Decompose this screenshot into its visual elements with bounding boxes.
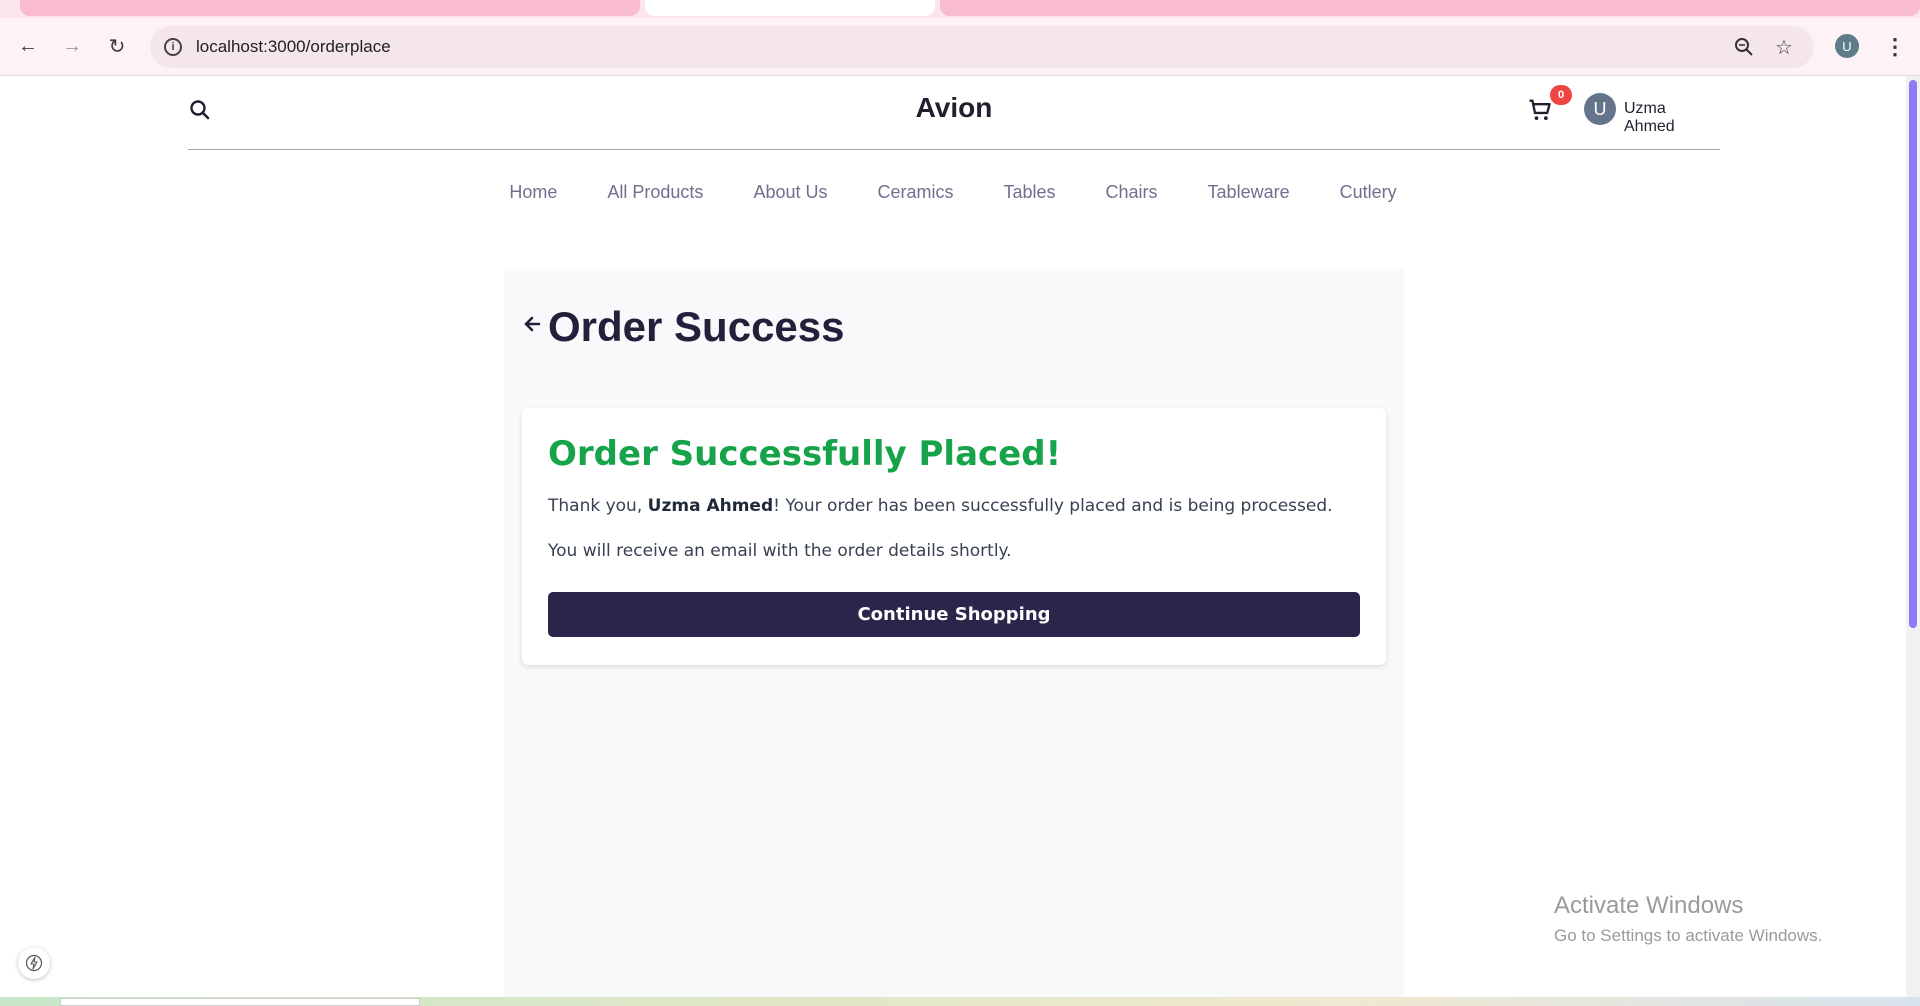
nav-tableware[interactable]: Tableware xyxy=(1208,182,1290,203)
browser-tab[interactable] xyxy=(20,0,640,16)
reload-icon[interactable]: ↻ xyxy=(103,32,131,60)
url-text[interactable]: localhost:3000/orderplace xyxy=(196,37,391,57)
back-arrow-icon[interactable] xyxy=(521,313,543,335)
nav-cutlery[interactable]: Cutlery xyxy=(1340,182,1397,203)
nav-about-us[interactable]: About Us xyxy=(753,182,827,203)
nav-all-products[interactable]: All Products xyxy=(607,182,703,203)
user-avatar[interactable]: U xyxy=(1584,93,1616,125)
browser-tab[interactable] xyxy=(940,0,1920,16)
watermark-title: Activate Windows xyxy=(1554,892,1744,919)
dev-tools-icon[interactable] xyxy=(18,947,50,979)
address-bar[interactable]: i localhost:3000/orderplace xyxy=(150,26,1814,68)
user-name[interactable]: Uzma Ahmed xyxy=(1624,100,1720,136)
email-notice: You will receive an email with the order… xyxy=(548,541,1012,561)
thank-you-suffix: ! Your order has been successfully place… xyxy=(773,496,1333,516)
site-header: Avion 0 U Uzma Ahmed xyxy=(188,76,1720,150)
order-confirmation-card: Order Successfully Placed! Thank you, Uz… xyxy=(522,408,1386,665)
main-nav: Home All Products About Us Ceramics Tabl… xyxy=(0,182,1906,203)
thank-you-message: Thank you, Uzma Ahmed! Your order has be… xyxy=(548,496,1333,516)
browser-tab-strip xyxy=(0,0,1920,18)
cart-icon[interactable] xyxy=(1526,96,1554,124)
page-title: Order Success xyxy=(548,303,845,350)
windows-activation-watermark: Activate Windows Go to Settings to activ… xyxy=(1554,892,1822,946)
success-heading: Order Successfully Placed! xyxy=(548,434,1062,474)
site-info-icon[interactable]: i xyxy=(164,38,182,56)
page-scrollbar[interactable] xyxy=(1906,76,1920,1006)
nav-ceramics[interactable]: Ceramics xyxy=(877,182,953,203)
cart-count-badge: 0 xyxy=(1550,85,1572,105)
taskbar xyxy=(0,997,1920,1006)
thank-you-prefix: Thank you, xyxy=(548,496,648,516)
customer-name: Uzma Ahmed xyxy=(647,496,774,516)
bookmark-star-icon[interactable]: ☆ xyxy=(1773,36,1795,59)
page: Avion 0 U Uzma Ahmed Home All Products A… xyxy=(0,76,1920,1006)
continue-shopping-button[interactable]: Continue Shopping xyxy=(548,592,1360,637)
scrollbar-thumb[interactable] xyxy=(1909,80,1917,628)
browser-tab-active[interactable] xyxy=(645,0,935,16)
browser-profile-avatar[interactable]: U xyxy=(1835,34,1859,58)
browser-toolbar: ← → ↻ i localhost:3000/orderplace ☆ U ⋮ xyxy=(0,18,1920,76)
nav-chairs[interactable]: Chairs xyxy=(1106,182,1158,203)
zoom-icon[interactable] xyxy=(1733,36,1755,58)
order-success-panel: Order Success Order Successfully Placed!… xyxy=(504,269,1404,1006)
forward-icon[interactable]: → xyxy=(58,32,86,60)
watermark-subtitle: Go to Settings to activate Windows. xyxy=(1554,926,1823,945)
nav-tables[interactable]: Tables xyxy=(1004,182,1056,203)
brand-logo[interactable]: Avion xyxy=(188,92,1720,124)
nav-home[interactable]: Home xyxy=(509,182,557,203)
taskbar-window[interactable] xyxy=(60,998,420,1006)
back-icon[interactable]: ← xyxy=(14,32,42,60)
browser-menu-icon[interactable]: ⋮ xyxy=(1884,34,1906,60)
